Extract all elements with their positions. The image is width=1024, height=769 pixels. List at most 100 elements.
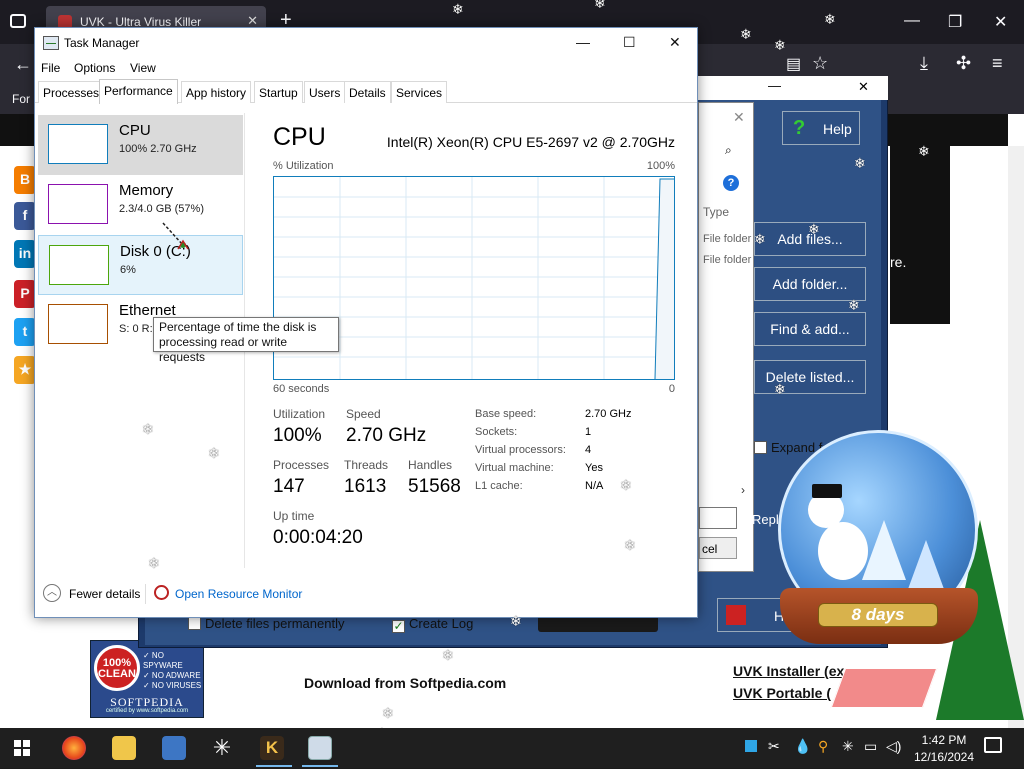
base-speed-label: Base speed:: [475, 408, 537, 420]
menu-view[interactable]: View: [130, 61, 156, 75]
snowflake-icon: ❄: [808, 221, 820, 237]
blogger-share-icon[interactable]: B: [14, 166, 36, 194]
speed-value: 2.70 GHz: [346, 425, 427, 446]
favorite-share-icon[interactable]: ★: [14, 356, 36, 384]
tab-services[interactable]: Services: [391, 81, 448, 103]
delete-listed-button[interactable]: Delete listed...: [754, 360, 866, 394]
firefox-taskbar-icon[interactable]: [62, 736, 86, 760]
linkedin-share-icon[interactable]: in: [14, 240, 36, 268]
tm-minimize-button[interactable]: —: [576, 34, 590, 50]
sidebar-item-detail: S: 0 R:: [119, 323, 153, 335]
browser-maximize-button[interactable]: ❐: [948, 12, 962, 32]
checkbox-box[interactable]: [188, 617, 201, 630]
dialog-help-icon[interactable]: ?: [723, 175, 739, 191]
volume-icon[interactable]: ◁): [886, 738, 901, 755]
tray-snowflake-icon[interactable]: ✳: [842, 738, 854, 755]
sidebar-item-memory[interactable]: Memory 2.3/4.0 GB (57%): [38, 175, 243, 235]
expand-checkbox[interactable]: Expand f: [754, 440, 822, 455]
dialog-scroll-right-icon[interactable]: ›: [741, 483, 745, 497]
handles-label: Handles: [408, 458, 453, 472]
file-explorer-taskbar-icon[interactable]: [112, 736, 136, 760]
uvk-portable-link[interactable]: UVK Portable (: [733, 685, 831, 701]
dialog-search-icon[interactable]: ⌕: [725, 143, 732, 158]
taskbar-clock-date[interactable]: 12/16/2024: [910, 750, 978, 764]
snowflake-taskbar-icon[interactable]: ✳: [210, 736, 234, 760]
task-manager-titlebar[interactable]: Task Manager — ☐ ✕: [35, 28, 697, 58]
sidebar-item-name: CPU: [119, 122, 151, 139]
tm-tab-bar: Processes Performance App history Startu…: [35, 79, 697, 104]
tab-app-history[interactable]: App history: [181, 81, 252, 103]
uvk-taskbar-icon[interactable]: K: [260, 736, 284, 760]
app-menu-icon[interactable]: ≡: [992, 53, 1003, 74]
sidebar-item-disk[interactable]: Disk 0 (C:) 6%: [38, 235, 243, 295]
checkbox-box[interactable]: [754, 441, 767, 454]
notification-center-icon[interactable]: [984, 737, 1002, 753]
nav-left-label: For: [12, 92, 30, 106]
facebook-share-icon[interactable]: f: [14, 202, 36, 230]
download-title: Download from Softpedia.com: [304, 675, 507, 691]
browser-close-button[interactable]: ✕: [994, 12, 1007, 32]
dialog-close-icon[interactable]: ✕: [733, 109, 745, 126]
softpedia-clean-badge[interactable]: 100% CLEAN ✓ NO SPYWARE ✓ NO ADWARE ✓ NO…: [90, 640, 204, 718]
badge-check-item: ✓ NO SPYWARE: [143, 651, 183, 670]
find-add-button[interactable]: Find & add...: [754, 312, 866, 346]
badge-seal: 100% CLEAN: [94, 645, 140, 691]
dialog-input[interactable]: [699, 507, 737, 529]
l1-cache-label: L1 cache:: [475, 480, 523, 492]
delete-permanently-label: Delete files permanently: [205, 616, 345, 631]
menu-file[interactable]: File: [41, 61, 60, 75]
sidebar-item-cpu[interactable]: CPU 100% 2.70 GHz: [38, 115, 243, 175]
tray-tools-icon[interactable]: ✂: [768, 738, 780, 755]
tm-maximize-button[interactable]: ☐: [623, 34, 636, 51]
tab-performance[interactable]: Performance: [99, 79, 178, 104]
browser-minimize-button[interactable]: —: [904, 12, 920, 30]
uptime-label: Up time: [273, 509, 315, 523]
ribbon-decoration: [830, 668, 938, 708]
menu-options[interactable]: Options: [74, 61, 115, 75]
open-resource-monitor-link[interactable]: Open Resource Monitor: [175, 587, 302, 601]
delete-permanently-checkbox[interactable]: Delete files permanently: [188, 616, 344, 631]
taskbar-clock-time[interactable]: 1:42 PM: [920, 733, 968, 747]
start-button[interactable]: [14, 740, 30, 756]
virtual-processors-value: 4: [585, 444, 592, 456]
downloads-icon[interactable]: ⤓: [920, 53, 928, 74]
snowflake-icon: ❄: [208, 445, 220, 461]
task-manager-taskbar-icon[interactable]: [308, 736, 332, 760]
resource-monitor-icon[interactable]: [154, 585, 169, 600]
tab-processes[interactable]: Processes: [38, 81, 105, 103]
tab-users[interactable]: Users: [304, 81, 346, 103]
app-taskbar-icon[interactable]: [162, 736, 186, 760]
help-button[interactable]: ? Help: [782, 111, 860, 145]
fewer-details-button[interactable]: Fewer details: [69, 587, 140, 601]
sidebar-item-detail: 100% 2.70 GHz: [119, 143, 197, 155]
bookmark-star-icon[interactable]: ☆: [812, 53, 828, 74]
tray-droplet-icon[interactable]: 💧: [794, 738, 811, 755]
snowflake-icon: ❄: [382, 705, 394, 721]
task-manager-app-icon: [43, 36, 59, 50]
uvk-installer-link[interactable]: UVK Installer (ex: [733, 663, 844, 679]
tray-search-icon[interactable]: ⚲: [818, 738, 828, 755]
tm-close-button[interactable]: ✕: [669, 34, 681, 51]
uvk-titlebar: — ✕: [698, 76, 888, 100]
tab-details[interactable]: Details: [344, 81, 391, 103]
tab-list-icon[interactable]: [10, 14, 26, 28]
reader-view-icon[interactable]: ▤: [786, 54, 801, 74]
back-arrow-icon[interactable]: ←: [14, 54, 32, 75]
network-icon[interactable]: ▭: [864, 738, 877, 755]
virtual-machine-label: Virtual machine:: [475, 462, 554, 474]
tray-app-icon[interactable]: [745, 740, 757, 752]
add-folder-button[interactable]: Add folder...: [754, 267, 866, 301]
extensions-icon[interactable]: ✣: [956, 53, 971, 74]
checkbox-checked[interactable]: ✓: [392, 620, 405, 633]
badge-check-item: ✓ NO VIRUSES: [143, 681, 202, 690]
cancel-button[interactable]: cel: [699, 537, 737, 559]
uvk-minimize-button[interactable]: —: [768, 78, 781, 93]
create-log-checkbox[interactable]: ✓ Create Log: [392, 616, 473, 633]
chevron-up-icon[interactable]: ︿: [43, 584, 61, 602]
tab-startup[interactable]: Startup: [254, 81, 303, 103]
pinterest-share-icon[interactable]: P: [14, 280, 36, 308]
create-log-label: Create Log: [409, 616, 474, 631]
twitter-share-icon[interactable]: t: [14, 318, 36, 346]
snowflake-icon: ❄: [740, 26, 752, 42]
uvk-close-button[interactable]: ✕: [858, 79, 869, 95]
